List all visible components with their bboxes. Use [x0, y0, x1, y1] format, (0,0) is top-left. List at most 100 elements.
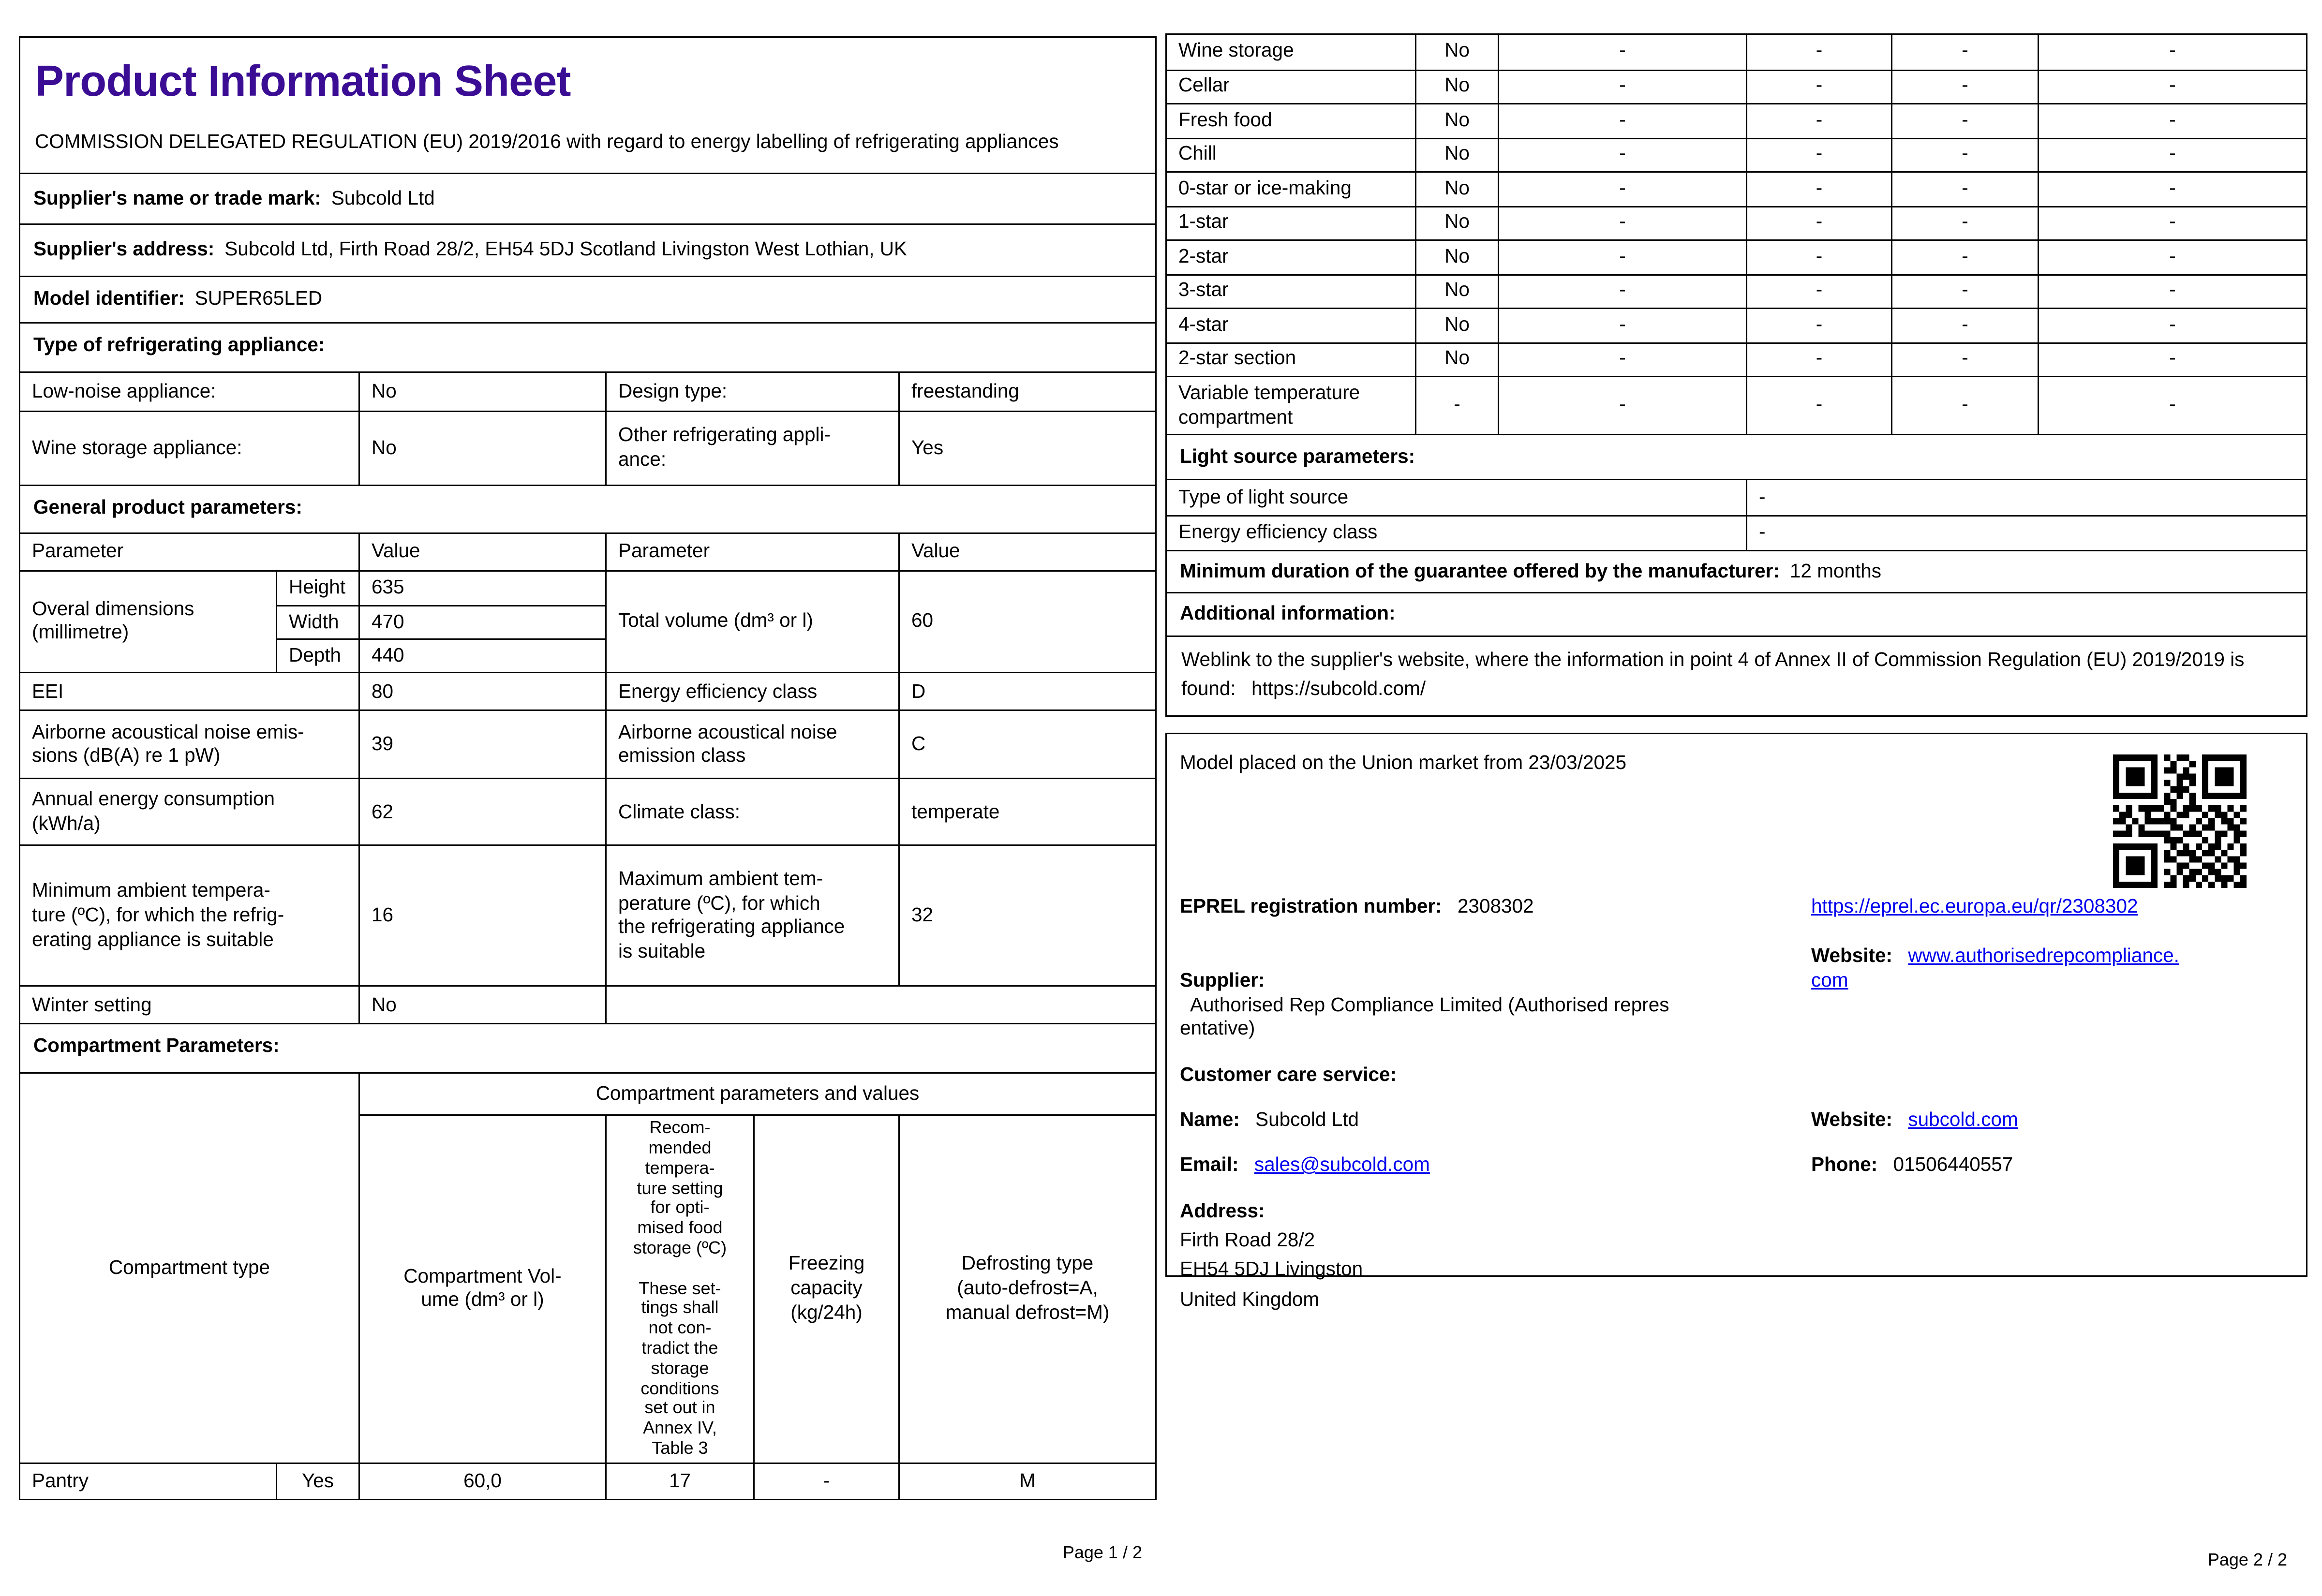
param-label: Minimum ambient tempera- ture (ºC), for …: [32, 879, 284, 950]
customer-care-heading: Customer care service:: [1180, 1064, 1397, 1086]
compartment-row-value: -: [1498, 341, 1746, 376]
eei-row: EEI 80 Energy efficiency class D: [19, 671, 1157, 712]
phone-value: 01506440557: [1893, 1153, 2013, 1175]
compartment-row-present: No: [1415, 35, 1498, 69]
compartment-row-present: No: [1415, 273, 1498, 308]
guarantee-value: 12 months: [1789, 559, 1882, 581]
compartment-row-present: No: [1415, 69, 1498, 103]
website-label: Website:: [1811, 1108, 1893, 1131]
compartment-row-value: -: [2038, 205, 2306, 239]
compartment-row-value: -: [1746, 137, 1891, 171]
model-identifier-row: Model identifier: SUPER65LED: [19, 275, 1157, 325]
supplier-value: Authorised Rep Compliance Limited (Autho…: [1180, 993, 1669, 1040]
energy-row: Annual energy consumption (kWh/a) 62 Cli…: [19, 777, 1157, 847]
dimension-value: 635: [358, 571, 605, 605]
span-header: Compartment parameters and values: [358, 1073, 1155, 1114]
compartment-row-value: -: [1891, 376, 2038, 434]
noise-row: Airborne acoustical noise emis- sions (d…: [19, 710, 1157, 780]
page-1: Product Information Sheet COMMISSION DEL…: [19, 36, 1157, 1500]
regulation-subtitle: COMMISSION DELEGATED REGULATION (EU) 201…: [35, 130, 1059, 152]
compartment-continuation-table: Wine storage No - - - - Cellar No - - - - Fresh food…: [1165, 33, 2307, 435]
param-label: Low-noise appliance:: [32, 379, 216, 401]
compartment-row-present: No: [1415, 308, 1498, 342]
compartment-row-present: No: [1415, 103, 1498, 137]
param-label: Climate class:: [605, 779, 898, 846]
compartment-row-value: -: [1498, 205, 1746, 239]
compartment-row-label: 0-star or ice-making: [1167, 171, 1415, 206]
column-header: Parameter: [605, 534, 898, 570]
param-value: temperate: [898, 779, 1155, 846]
compartment-row-value: -: [1891, 205, 2038, 239]
compartment-row-label: 3-star: [1167, 273, 1415, 308]
care-website-link[interactable]: subcold.com: [1908, 1108, 2018, 1130]
compartment-row-value: -: [2038, 376, 2306, 434]
compartment-row-value: -: [1891, 341, 2038, 376]
compartment-table: Compartment type Compartment parameters …: [19, 1072, 1157, 1500]
compartment-row-value: -: [1498, 69, 1746, 103]
ambient-temperature-row: Minimum ambient tempera- ture (ºC), for …: [19, 845, 1157, 988]
compartment-row-value: -: [1891, 171, 2038, 206]
param-label: Energy efficiency class: [605, 673, 898, 711]
param-value: 62: [358, 779, 605, 846]
light-section-heading: Light source parameters:: [1165, 433, 2307, 481]
model-identifier-label: Model identifier:: [33, 287, 185, 310]
eprel-link[interactable]: https://eprel.ec.europa.eu/qr/2308302: [1811, 895, 2138, 917]
supplier-address-value: Subcold Ltd, Firth Road 28/2, EH54 5DJ S…: [224, 238, 908, 260]
column-header: Compartment Vol- ume (dm³ or l): [358, 1114, 605, 1463]
compartment-row-value: -: [2038, 35, 2306, 69]
column-header: Recom- mended tempera- ture setting for …: [605, 1114, 753, 1463]
guarantee-row: Minimum duration of the guarantee offere…: [1165, 549, 2307, 594]
phone-label: Phone:: [1811, 1153, 1878, 1175]
compartment-row-value: -: [1746, 376, 1891, 434]
compartment-row-value: -: [1891, 69, 2038, 103]
dimension-key: Width: [276, 605, 358, 639]
param-value: 39: [358, 711, 605, 779]
column-header: Value: [898, 534, 1155, 570]
param-value: -: [1746, 515, 2306, 550]
param-label: Design type:: [605, 372, 898, 412]
compartment-row-value: -: [1498, 35, 1746, 69]
param-value: D: [898, 673, 1155, 711]
website-label: Website:: [1811, 944, 1893, 966]
type-table-row-2: Wine storage appliance: No Other refrige…: [19, 411, 1157, 486]
compartment-row-value: -: [1498, 103, 1746, 137]
compartment-row-value: -: [1746, 308, 1891, 342]
care-email-row: Email: sales@subcold.com Phone: 01506440…: [1180, 1153, 2293, 1178]
compartment-row-label: 4-star: [1167, 308, 1415, 342]
param-value: No: [358, 412, 605, 485]
param-label: Other refrigerating appli- ance:: [605, 412, 898, 485]
supplier-row: Supplier: Authorised Rep Compliance Limi…: [1180, 944, 2293, 1042]
care-email: Email: sales@subcold.com: [1180, 1153, 1811, 1178]
compartment-row-value: -: [1498, 171, 1746, 206]
weblink-url[interactable]: https://subcold.com/: [1251, 678, 1426, 700]
eprel-label: EPREL registration number:: [1180, 895, 1442, 917]
care-website: Website: subcold.com: [1811, 1108, 2293, 1133]
address-block: Address: Firth Road 28/2 EH54 5DJ Living…: [1180, 1197, 2293, 1315]
supplier-info: Supplier: Authorised Rep Compliance Limi…: [1180, 944, 1811, 1042]
dimension-value: 440: [358, 638, 605, 673]
name-label: Name:: [1180, 1108, 1240, 1131]
compartment-row-value: -: [1746, 103, 1891, 137]
supplier-name-row: Supplier's name or trade mark: Subcold L…: [19, 172, 1157, 226]
address-label: Address:: [1180, 1199, 1265, 1222]
param-label: Overal dimensions (millimetre): [32, 597, 194, 644]
compartment-row-value: 60,0: [358, 1462, 605, 1499]
compartment-section-heading: Compartment Parameters:: [19, 1023, 1157, 1075]
email-link[interactable]: sales@subcold.com: [1254, 1153, 1430, 1175]
supplier-website: Website: www.authorisedrepcompliance. co…: [1811, 944, 2293, 993]
qr-code: [2113, 754, 2247, 888]
param-value: 60: [898, 571, 1155, 673]
compartment-row-value: 17: [605, 1462, 753, 1499]
param-value: 16: [358, 846, 605, 986]
dimension-key: Height: [276, 571, 358, 605]
compartment-row-value: -: [1746, 69, 1891, 103]
compartment-row-present: No: [1415, 171, 1498, 206]
compartment-row-value: -: [1498, 308, 1746, 342]
page-title: Product Information Sheet: [35, 58, 571, 106]
compartment-row-value: -: [1498, 239, 1746, 274]
param-label: Type of light source: [1178, 485, 1349, 507]
care-name-row: Name: Subcold Ltd Website: subcold.com: [1180, 1108, 2293, 1133]
column-header: Freezing capacity (kg/24h): [753, 1114, 898, 1463]
empty-cell: [605, 986, 1155, 1024]
compartment-row-value: -: [1891, 239, 2038, 274]
